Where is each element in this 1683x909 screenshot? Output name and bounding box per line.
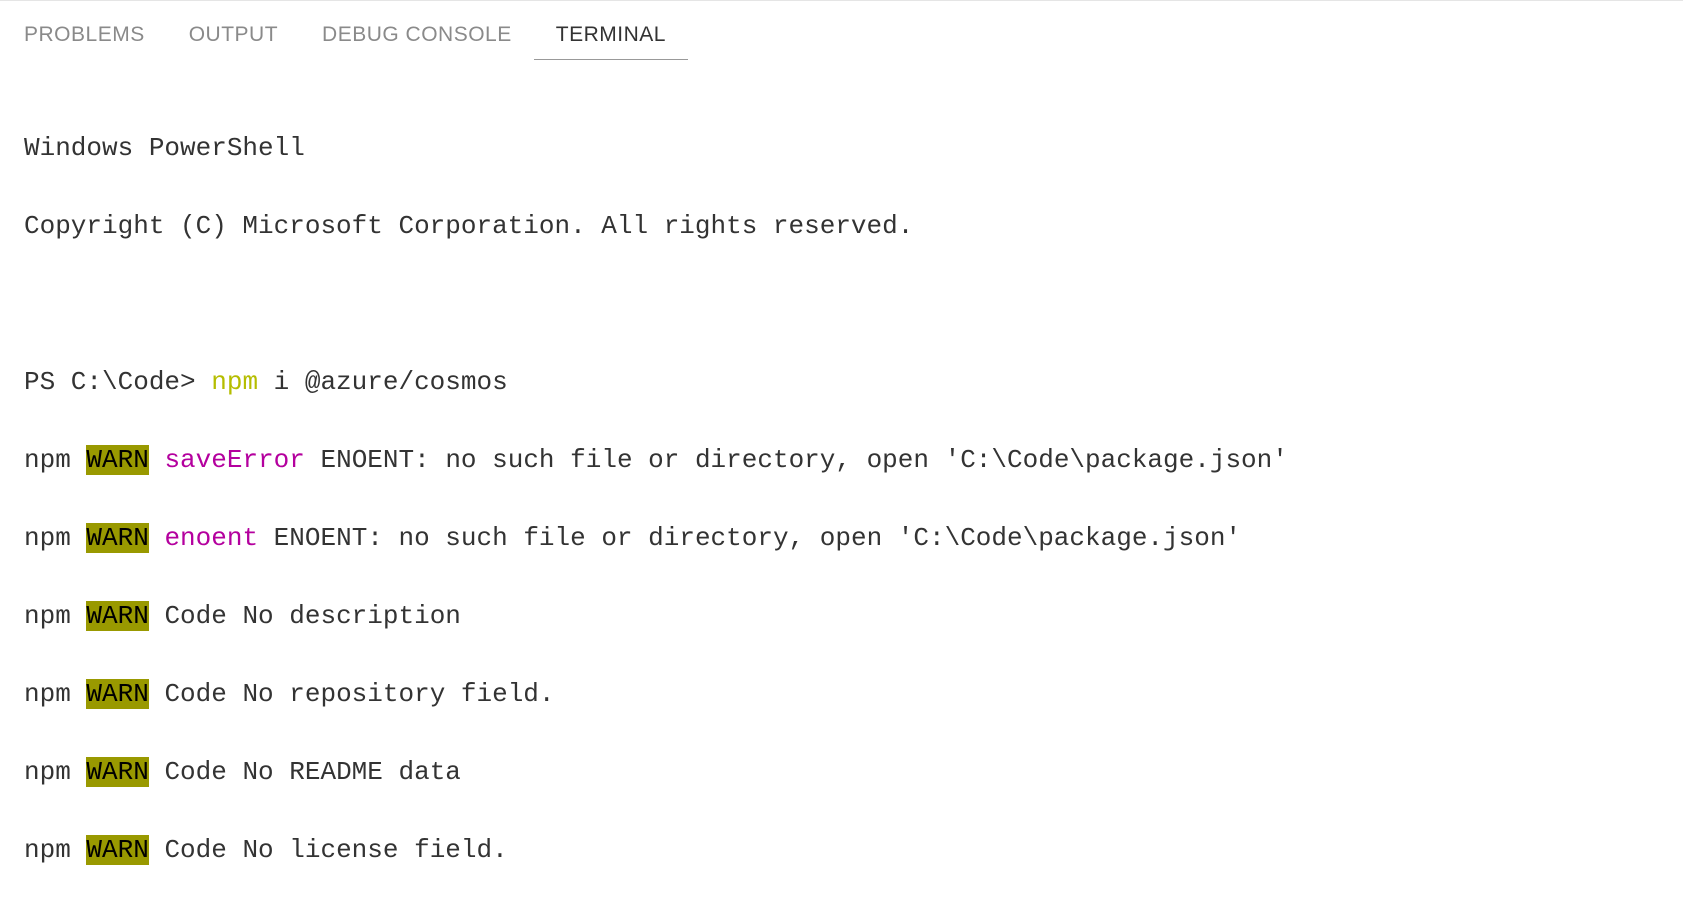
warn-badge: WARN [86,679,148,709]
terminal-line: npm WARN Code No license field. [24,831,1659,870]
terminal-line: npm WARN saveError ENOENT: no such file … [24,441,1659,480]
terminal-line: npm WARN Code No README data [24,753,1659,792]
warn-msg: ENOENT: no such file or directory, open … [305,445,1288,475]
prompt-prefix: PS C:\Code> [24,367,211,397]
tab-terminal[interactable]: TERMINAL [534,17,688,60]
warn-msg: ENOENT: no such file or directory, open … [258,523,1241,553]
warn-badge: WARN [86,835,148,865]
npm-prefix: npm [24,523,86,553]
warn-msg: Code No description [149,601,461,631]
npm-prefix: npm [24,601,86,631]
warn-badge: WARN [86,445,148,475]
npm-prefix: npm [24,679,86,709]
warn-badge: WARN [86,757,148,787]
tab-output[interactable]: OUTPUT [167,17,300,60]
npm-prefix: npm [24,445,86,475]
terminal-line: Copyright (C) Microsoft Corporation. All… [24,207,1659,246]
terminal-line: Windows PowerShell [24,129,1659,168]
terminal-prompt-line: PS C:\Code> npm i @azure/cosmos [24,363,1659,402]
warn-tag: saveError [164,445,304,475]
tab-problems[interactable]: PROBLEMS [24,17,167,60]
warn-badge: WARN [86,523,148,553]
terminal-line: npm WARN Code No description [24,597,1659,636]
terminal-line: npm WARN enoent ENOENT: no such file or … [24,519,1659,558]
npm-prefix: npm [24,757,86,787]
panel-tabs: PROBLEMS OUTPUT DEBUG CONSOLE TERMINAL [0,1,1683,60]
npm-prefix: npm [24,835,86,865]
command-head: npm [211,367,258,397]
terminal-output[interactable]: Windows PowerShell Copyright (C) Microso… [0,60,1683,909]
warn-tag: enoent [164,523,258,553]
terminal-line: npm WARN Code No repository field. [24,675,1659,714]
warn-msg: Code No repository field. [149,679,555,709]
warn-badge: WARN [86,601,148,631]
terminal-line [24,285,1659,324]
command-rest: i @azure/cosmos [258,367,508,397]
tab-debug-console[interactable]: DEBUG CONSOLE [300,17,534,60]
warn-msg: Code No README data [149,757,461,787]
warn-msg: Code No license field. [149,835,508,865]
